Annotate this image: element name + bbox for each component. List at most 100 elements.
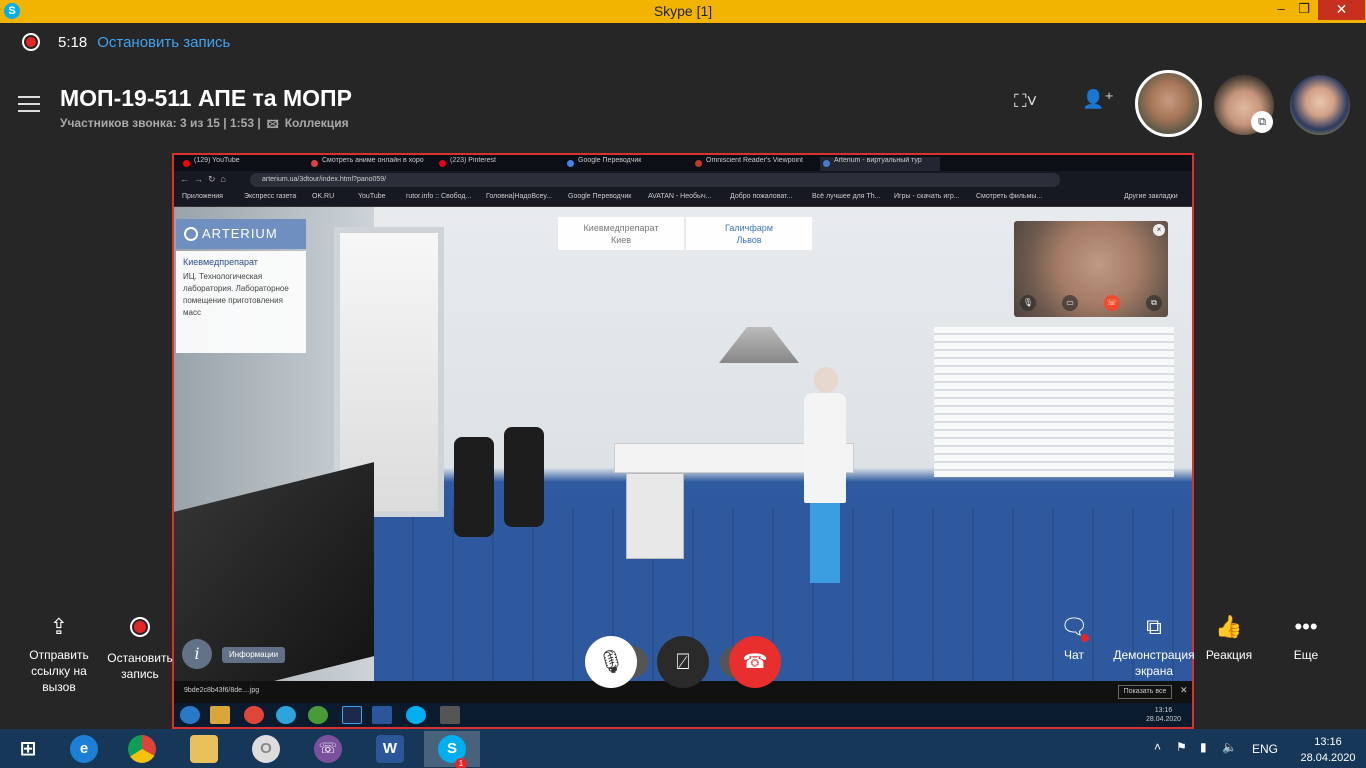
explorer-icon[interactable] [210,706,230,724]
browser-toolbar: ←→↻⌂ arterium.ua/3dtour/index.html?pano0… [174,171,1192,189]
reaction-button[interactable]: 👍 Реакция [1200,613,1258,663]
stop-recording-button[interactable]: Остановить запись [103,613,177,682]
volume-icon[interactable]: 🔈 [1222,740,1237,754]
download-file[interactable]: 9bde2c8b43f6/8de....jpg [184,687,259,694]
browser-tab[interactable]: (223) Pinterest [436,157,556,171]
taskbar-chrome[interactable] [114,731,170,767]
call-title: МОП-19-511 АПЕ та МОПР [60,85,352,111]
bookmark-item[interactable]: Добро пожаловат... [730,193,792,200]
collection-link[interactable]: Коллекция [285,116,349,135]
action-center-icon[interactable]: ⚑ [1176,740,1187,754]
language-indicator[interactable]: ENG [1252,742,1278,756]
record-icon [103,613,177,644]
torrent-icon[interactable] [308,706,328,724]
browser-tab[interactable]: Google Переводчик [564,157,684,171]
bookmark-item[interactable]: Всё лучшее для Th... [812,193,881,200]
word-icon: W [376,735,404,763]
screen-share-button[interactable]: ⧉ Демонстрация экрана [1110,613,1198,679]
close-icon[interactable]: × [1153,224,1165,236]
maximize-button[interactable]: ❐ [1291,0,1317,20]
bookmarks-bar: Приложения Экспресс газета OK.RU YouTube… [174,189,1192,207]
participant-avatar[interactable] [1135,70,1202,137]
bookmark-item[interactable]: Головна|НадоВсеу... [486,193,552,200]
participant-avatar[interactable] [1290,75,1350,135]
more-button[interactable]: ••• Еще [1278,613,1334,663]
location-button-lviv[interactable]: Галичфарм Львов [686,217,812,250]
chrome-icon[interactable] [244,706,264,724]
pano-fume-hood [719,327,799,363]
network-icon[interactable]: ▮ [1200,740,1207,754]
remote-clock: 13:16 28.04.2020 [1146,707,1182,723]
browser-tab[interactable]: Смотреть аниме онлайн в хоро [308,157,428,171]
bookmark-item[interactable]: Экспресс газета [244,193,296,200]
skype-icon[interactable] [406,706,426,724]
camera-off-icon[interactable]: ▭ [1062,295,1078,311]
start-icon[interactable] [180,706,200,724]
chat-button[interactable]: 🗨 Чат [1046,613,1102,663]
recording-indicator-icon [22,33,40,51]
start-button[interactable]: ⊞ [0,731,56,767]
browser-tab-active[interactable]: Arterium - виртуальный тур [820,157,940,171]
hang-up-icon: ☎ [742,651,768,673]
internet-explorer-icon: e [70,735,98,763]
app-icon[interactable] [440,706,460,724]
taskbar-word[interactable]: W [362,731,418,767]
tray-expand-icon[interactable]: ˄ [1154,740,1161,754]
show-all-downloads-button[interactable]: Показать все [1118,685,1172,699]
bookmark-item[interactable]: Игры - скачать игр... [894,193,960,200]
bookmark-item[interactable]: Приложения [182,193,223,200]
window-title: Skype [1] [653,3,713,19]
location-info-card: Киевмедпрепарат ИЦ. Технологическая лабо… [176,251,306,353]
close-icon[interactable]: ✕ [1180,685,1188,696]
tab-favicon-icon [311,160,318,167]
share-link-button[interactable]: ⇪ Отправить ссылку на вызов [22,613,96,695]
taskbar-explorer[interactable] [176,731,232,767]
recording-time: 5:18 [58,33,88,51]
end-call-icon[interactable]: ☏ [1104,295,1120,311]
tab-favicon-icon [823,160,830,167]
close-button[interactable]: ✕ [1318,0,1365,20]
bookmark-item[interactable]: AVATAN - Необыч... [648,193,712,200]
info-icon[interactable]: i [182,639,212,669]
location-card-text: ИЦ. Технологическая лаборатория. Лаборат… [183,272,289,317]
windows-logo-icon: ⊞ [19,738,37,760]
location-button-kiev[interactable]: Киевмедпрепарат Киев [558,217,684,250]
more-icon: ••• [1294,614,1318,639]
taskbar-viber[interactable]: ☏ [300,731,356,767]
bookmark-item[interactable]: YouTube [358,193,386,200]
add-participant-icon[interactable]: 👤⁺ [1082,89,1114,110]
skype-notification-badge: 1 [455,758,467,768]
recording-bar: 5:18 Остановить запись [22,32,230,52]
system-clock[interactable]: 13:16 28.04.2020 [1300,734,1356,766]
taskbar-opera[interactable]: O [238,731,294,767]
taskbar-ie[interactable]: e [56,731,112,767]
bookmark-item[interactable]: Смотреть фильмы... [976,193,1042,200]
tab-favicon-icon [567,160,574,167]
taskbar-skype[interactable]: S [424,731,480,767]
word-icon[interactable] [372,706,392,724]
other-bookmarks[interactable]: Другие закладки [1124,193,1178,200]
telegram-icon[interactable] [276,706,296,724]
pano-cabinet [626,473,684,559]
end-call-button[interactable]: ☎ [729,636,781,688]
popout-icon[interactable]: ⧉ [1146,295,1162,311]
info-label[interactable]: Информации [222,647,286,663]
address-bar[interactable]: arterium.ua/3dtour/index.html?pano059/ [250,173,1060,187]
browser-nav-icons[interactable]: ←→↻⌂ [180,174,231,185]
layout-switch-icon[interactable]: ⛶˅ [1014,91,1037,112]
photoshop-icon[interactable] [342,706,362,724]
virtual-tour-panorama[interactable]: ARTERIUM Киевмедпрепарат ИЦ. Технологиче… [174,207,1192,681]
mic-icon[interactable]: 🎙 [1020,295,1036,311]
camera-toggle-button[interactable]: ⍁ [657,636,709,688]
browser-tab[interactable]: (129) YouTube [180,157,300,171]
self-video-preview[interactable]: × 🎙 ▭ ☏ ⧉ [1014,221,1168,317]
browser-tab-bar: (129) YouTube Смотреть аниме онлайн в хо… [174,155,1192,171]
menu-icon[interactable] [18,96,40,112]
bookmark-item[interactable]: rutor.info :: Свобод... [406,193,471,200]
bookmark-item[interactable]: Google Переводчик [568,193,631,200]
microphone-button[interactable]: 🎙 [585,636,637,688]
bookmark-item[interactable]: OK.RU [312,193,334,200]
pano-chair [504,427,544,527]
stop-recording-link[interactable]: Остановить запись [97,34,230,51]
browser-tab[interactable]: Omniscient Reader's Viewpoint [692,157,812,171]
